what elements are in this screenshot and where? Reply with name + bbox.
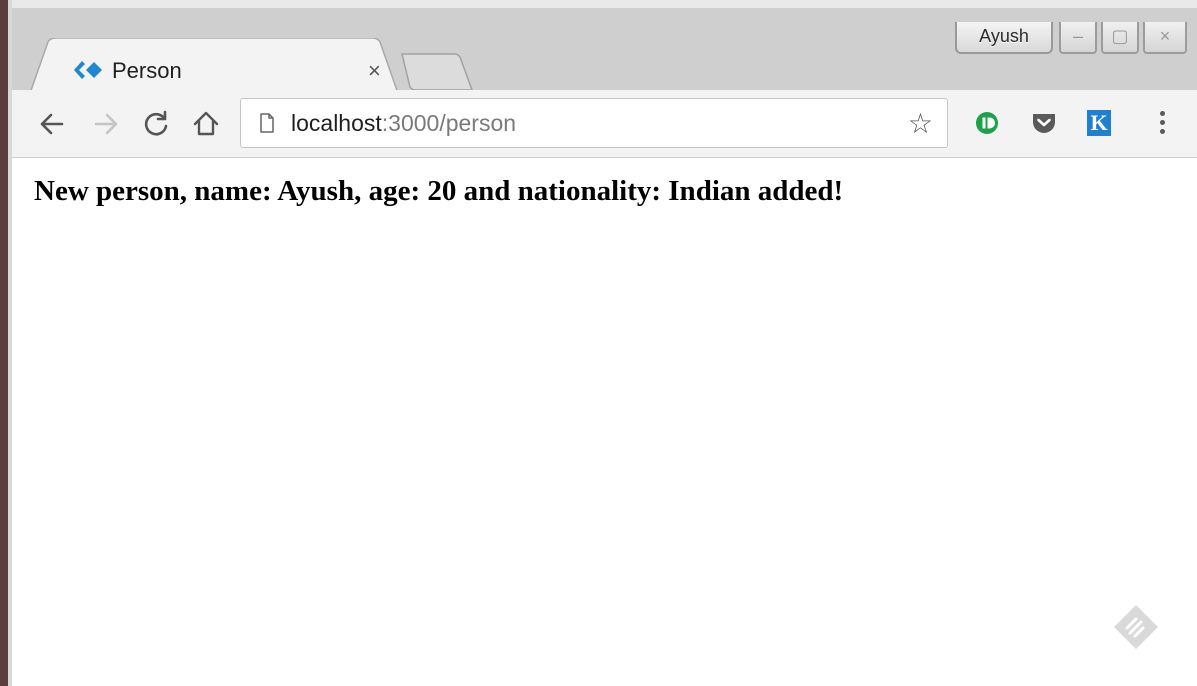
address-bar[interactable]: localhost:3000/person ☆ — [240, 98, 948, 148]
window-left-border — [0, 0, 8, 686]
home-icon — [193, 111, 219, 136]
minimize-button[interactable]: – — [1059, 22, 1097, 54]
home-button[interactable] — [186, 104, 226, 144]
url-host: localhost — [291, 110, 382, 136]
browser-toolbar: localhost:3000/person ☆ K — [12, 90, 1197, 158]
page-info-icon[interactable] — [259, 113, 275, 133]
extension-k-icon[interactable]: K — [1087, 110, 1111, 136]
reload-button[interactable] — [136, 104, 176, 144]
tab-title: Person — [112, 58, 182, 83]
arrow-left-icon — [40, 113, 64, 135]
forward-button[interactable] — [86, 104, 126, 144]
minimize-icon: – — [1072, 26, 1083, 46]
tab-close-icon[interactable]: × — [368, 58, 381, 84]
arrow-right-icon — [94, 113, 118, 135]
angular-bracket-diamond-icon — [74, 61, 102, 79]
extension-io-icon[interactable] — [974, 110, 1000, 136]
watermark-logo-icon — [1114, 605, 1158, 649]
page-content: New person, name: Ayush, age: 20 and nat… — [12, 159, 1197, 686]
page-message: New person, name: Ayush, age: 20 and nat… — [34, 175, 844, 207]
browser-window: Person × Ayush – ▢ × localhost:3000/pers… — [12, 0, 1197, 686]
close-icon: × — [1159, 26, 1171, 46]
maximize-button[interactable]: ▢ — [1101, 22, 1139, 54]
bookmark-star-icon[interactable]: ☆ — [908, 109, 933, 139]
close-window-button[interactable]: × — [1143, 22, 1187, 54]
tab-strip: Person × Ayush – ▢ × — [12, 0, 1197, 99]
profile-button[interactable]: Ayush — [955, 22, 1053, 54]
url-text[interactable]: localhost:3000/person — [291, 110, 516, 137]
pocket-icon[interactable] — [1031, 110, 1057, 136]
new-tab-button[interactable] — [398, 52, 474, 92]
reload-icon — [144, 110, 168, 136]
back-button[interactable] — [32, 104, 72, 144]
url-path: :3000/person — [381, 110, 517, 136]
menu-dots-icon[interactable] — [1152, 108, 1172, 140]
maximize-icon: ▢ — [1111, 26, 1129, 46]
